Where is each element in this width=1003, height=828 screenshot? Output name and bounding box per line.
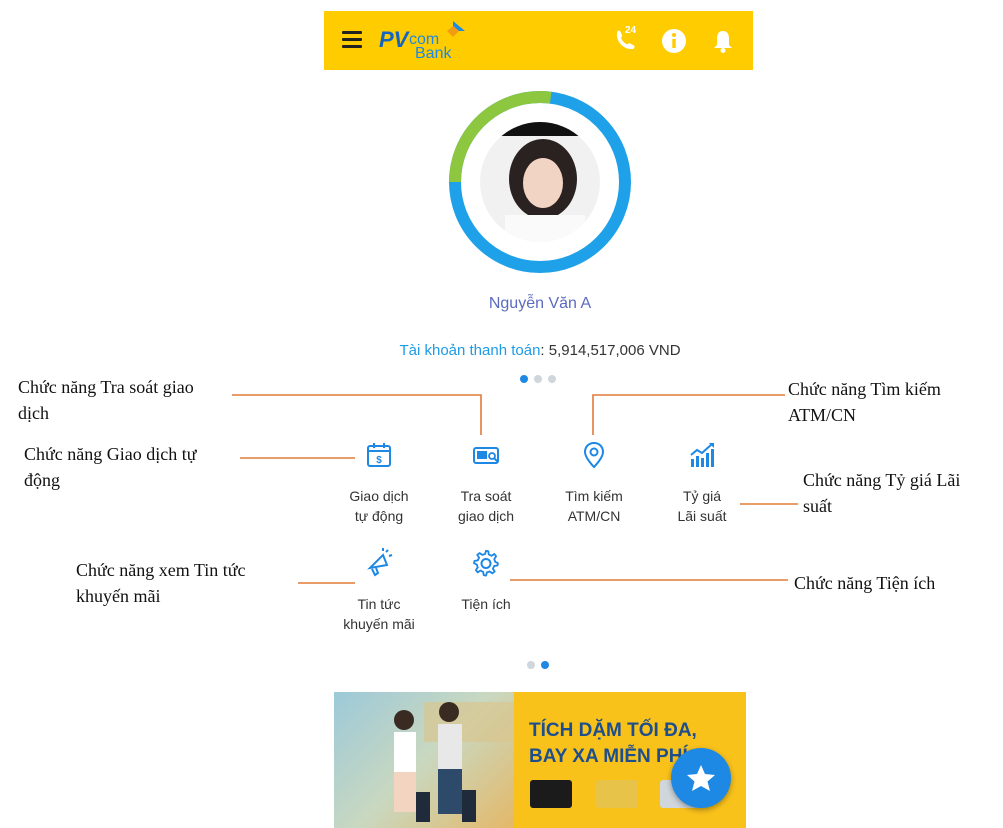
pager-dot[interactable] — [527, 661, 535, 669]
fn-label-line2: ATM/CN — [567, 508, 621, 524]
fn-label-line2: tự động — [354, 508, 404, 524]
gear-icon — [473, 549, 499, 577]
account-balance[interactable]: Tài khoản thanh toán: 5,914,517,006 VND — [330, 342, 750, 359]
annotation-tim-kiem: Chức năng Tìm kiếm ATM/CN — [788, 376, 941, 428]
search-card-icon — [473, 447, 499, 464]
fn-giao-dich-tu-dong[interactable]: $ Giao dịch tự động — [324, 440, 434, 526]
annotation-text: Chức năng Tiện ích — [794, 573, 936, 593]
fn-label-line1: Tiện ích — [461, 596, 511, 612]
fn-label-line1: Tìm kiếm — [565, 488, 623, 504]
fn-label-line1: Tra soát — [460, 488, 512, 504]
fn-tra-soat-giao-dich[interactable]: Tra soát giao dịch — [431, 440, 541, 526]
svg-text:$: $ — [376, 455, 382, 466]
banner-line2: BAY XA MIỄN PHÍ — [529, 746, 688, 767]
annotation-text: Chức năng Tra soát giao — [18, 377, 194, 397]
chart-bar-icon — [690, 443, 714, 467]
account-label: Tài khoản thanh toán — [399, 342, 541, 359]
annotation-text: Chức năng Tỷ giá Lãi — [803, 470, 961, 490]
pager-dot[interactable] — [520, 375, 528, 383]
logo-bank-text: Bank — [415, 45, 452, 62]
leader-tim-kiem — [592, 394, 785, 435]
annotation-text: Chức năng xem Tin tức — [76, 560, 246, 580]
fn-label-line1: Tin tức — [357, 596, 401, 612]
avatar-progress-ring — [445, 87, 635, 277]
logo-mark-icon — [447, 21, 465, 37]
account-value: 5,914,517,006 VND — [548, 342, 681, 359]
annotation-text: Chức năng Giao dịch tự — [24, 444, 197, 464]
fn-tim-kiem-atm[interactable]: Tìm kiếm ATM/CN — [539, 440, 649, 526]
star-icon — [687, 765, 715, 791]
pager-top[interactable] — [520, 375, 556, 383]
card-image — [530, 780, 572, 808]
annotation-text: suất — [803, 496, 832, 516]
account-separator: : — [540, 342, 549, 359]
leader-tra-soat — [232, 394, 482, 435]
pager-bottom[interactable] — [527, 661, 549, 669]
fn-label-line1: Giao dịch — [349, 488, 409, 504]
pager-dot[interactable] — [534, 375, 542, 383]
user-name: Nguyễn Văn A — [488, 295, 592, 312]
banner-photo — [334, 692, 514, 828]
logo-pv-text: PV — [379, 27, 409, 52]
megaphone-icon — [367, 548, 393, 577]
annotation-giao-dich: Chức năng Giao dịch tự động — [24, 441, 196, 493]
annotation-tien-ich: Chức năng Tiện ích — [794, 570, 935, 596]
banner-line1: TÍCH DẶM TỐI ĐA, — [529, 720, 697, 741]
fn-label-line1: Tỷ giá — [682, 488, 722, 504]
hotline-badge: 24 — [625, 25, 637, 36]
avatar — [480, 122, 600, 242]
card-image — [596, 780, 638, 808]
fn-tien-ich[interactable]: Tiện ích — [431, 548, 541, 614]
fn-label-line2: khuyến mãi — [343, 616, 415, 632]
fn-ty-gia-lai-suat[interactable]: Tỷ giá Lãi suất — [647, 440, 757, 526]
calendar-dollar-icon: $ — [367, 443, 391, 467]
location-pin-icon — [583, 441, 605, 469]
pager-dot[interactable] — [541, 661, 549, 669]
menu-icon[interactable] — [342, 31, 362, 49]
hotline-24-icon[interactable]: 24 — [611, 25, 639, 55]
annotation-tra-soat: Chức năng Tra soát giao dịch — [18, 374, 194, 426]
fn-tin-tuc-khuyen-mai[interactable]: Tin tức khuyến mãi — [324, 548, 434, 634]
annotation-text: dịch — [18, 403, 49, 423]
pvcombank-logo: PV com Bank — [379, 21, 474, 63]
annotation-tin-tuc: Chức năng xem Tin tức khuyến mãi — [76, 557, 246, 609]
annotation-text: khuyến mãi — [76, 586, 161, 606]
annotation-text: động — [24, 470, 60, 490]
info-icon[interactable] — [660, 27, 688, 55]
fn-label-line2: giao dịch — [457, 508, 515, 524]
pager-dot[interactable] — [548, 375, 556, 383]
favorite-fab[interactable] — [671, 748, 731, 808]
annotation-text: Chức năng Tìm kiếm — [788, 379, 941, 399]
bell-icon[interactable] — [709, 27, 737, 55]
annotation-text: ATM/CN — [788, 405, 857, 425]
app-header: PV com Bank 24 — [324, 11, 753, 70]
annotation-ty-gia: Chức năng Tỷ giá Lãi suất — [803, 467, 960, 519]
fn-label-line2: Lãi suất — [677, 508, 727, 524]
